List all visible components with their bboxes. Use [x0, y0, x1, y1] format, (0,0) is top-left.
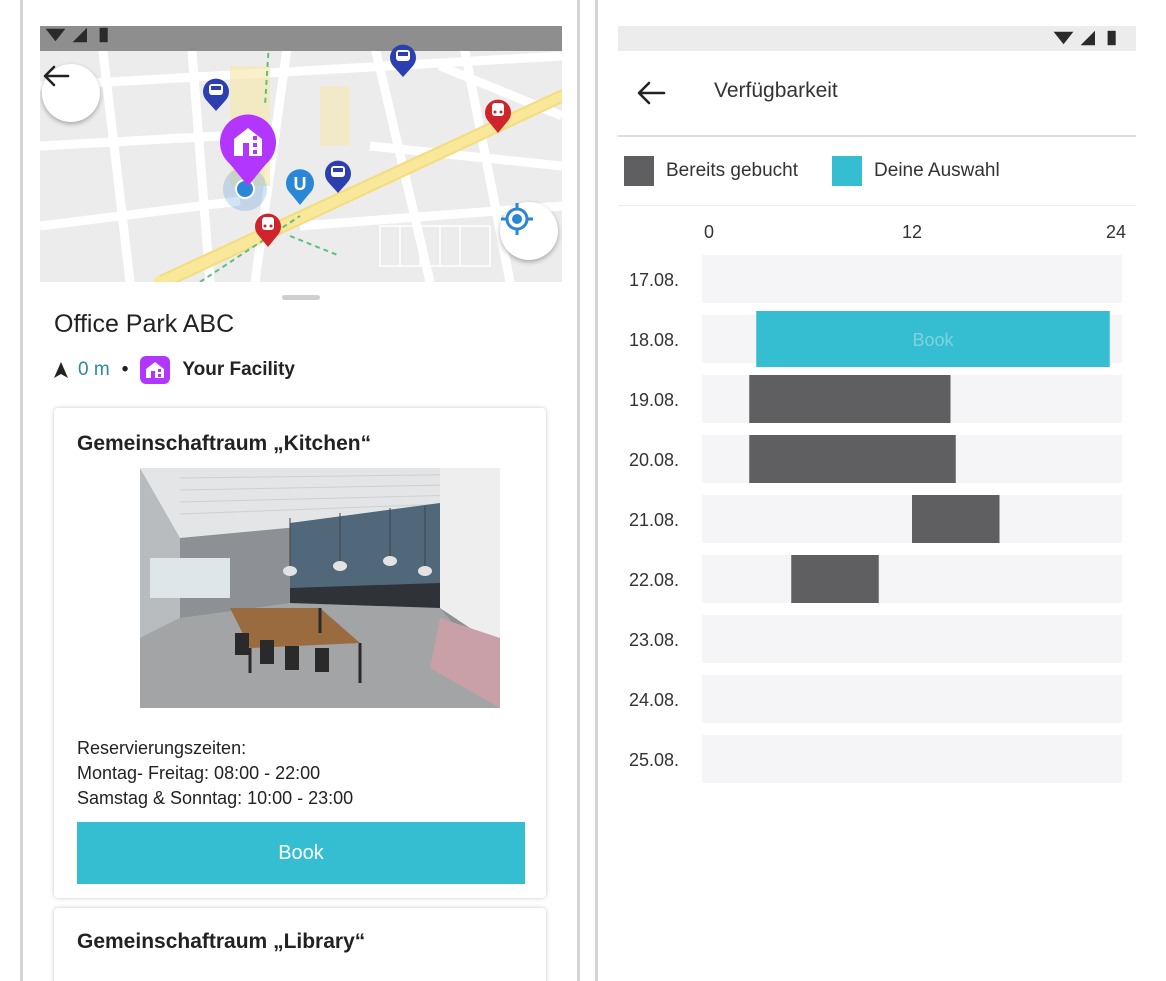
day-label: 23.08.: [629, 630, 679, 650]
day-label: 18.08.: [629, 330, 679, 350]
reservation-hours: Reservierungszeiten: Montag- Freitag: 08…: [77, 736, 353, 811]
frame-edge: [577, 0, 580, 981]
hours-weekday: Montag- Freitag: 08:00 - 22:00: [77, 763, 321, 783]
my-location-icon: [501, 203, 533, 235]
bus-stop-icon[interactable]: [322, 158, 354, 194]
day-row-track[interactable]: [702, 615, 1122, 663]
facility-screen: U Office Park ABC 0 m • Your Facility Ge…: [20, 0, 580, 981]
day-row-track[interactable]: [702, 675, 1122, 723]
book-button[interactable]: Book: [77, 822, 525, 884]
day-label: 17.08.: [629, 270, 679, 290]
room-card-kitchen[interactable]: Gemeinschaftraum „Kitchen“ Reservierungs…: [54, 408, 546, 898]
day-label: 19.08.: [629, 390, 679, 410]
map-view[interactable]: U: [40, 26, 562, 282]
subway-label: U: [293, 174, 307, 194]
day-row-track[interactable]: [702, 255, 1122, 303]
place-meta: 0 m • Your Facility: [54, 356, 295, 384]
booked-range-bar: [749, 375, 951, 423]
day-label: 22.08.: [629, 570, 679, 590]
booked-range-bar: [749, 435, 956, 483]
selection-book-label[interactable]: Book: [912, 330, 954, 350]
day-row-track[interactable]: [702, 735, 1122, 783]
availability-timeline[interactable]: 0 12 24 17.08. 18.08. 19.08. 20.08. 21.08. 22.08…: [598, 0, 1156, 981]
status-icons: [45, 27, 108, 43]
map-tiles: [40, 26, 562, 282]
locate-me-button[interactable]: [500, 202, 558, 260]
availability-screen: Verfügbarkeit Bereits gebucht Deine Ausw…: [598, 0, 1156, 981]
bottom-sheet-handle[interactable]: [282, 295, 320, 300]
distance-text: 0 m: [78, 359, 110, 380]
separator-dot: •: [121, 359, 129, 380]
axis-tick-label: 0: [704, 222, 714, 242]
axis-tick-label: 24: [1106, 222, 1126, 242]
room-title: Gemeinschaftraum „Kitchen“: [77, 432, 372, 455]
day-label: 21.08.: [629, 510, 679, 530]
navigation-arrow-icon: [54, 362, 68, 378]
place-title: Office Park ABC: [54, 310, 235, 338]
room-title: Gemeinschaftraum „Library“: [77, 930, 366, 953]
back-button[interactable]: [42, 64, 100, 122]
day-label: 20.08.: [629, 450, 679, 470]
booked-range-bar: [791, 555, 879, 603]
facility-pin-icon[interactable]: [210, 106, 286, 188]
day-label: 24.08.: [629, 690, 679, 710]
room-card-library[interactable]: Gemeinschaftraum „Library“: [54, 908, 546, 981]
arrow-left-icon: [43, 65, 70, 87]
subway-u-icon[interactable]: U: [284, 168, 316, 206]
bus-stop-icon[interactable]: [387, 42, 419, 78]
hours-weekend: Samstag & Sonntag: 10:00 - 23:00: [77, 788, 354, 808]
day-row-track[interactable]: [702, 555, 1122, 603]
room-photo: [140, 468, 500, 708]
facility-name: Your Facility: [182, 359, 295, 380]
status-bar: [40, 26, 562, 51]
train-station-icon[interactable]: [252, 210, 284, 248]
hours-heading: Reservierungszeiten:: [77, 738, 247, 758]
day-label: 25.08.: [629, 750, 679, 770]
train-station-icon[interactable]: [482, 96, 514, 134]
booked-range-bar: [912, 495, 1000, 543]
frame-edge: [20, 0, 23, 981]
axis-tick-label: 12: [902, 222, 922, 242]
facility-icon: [140, 356, 171, 384]
